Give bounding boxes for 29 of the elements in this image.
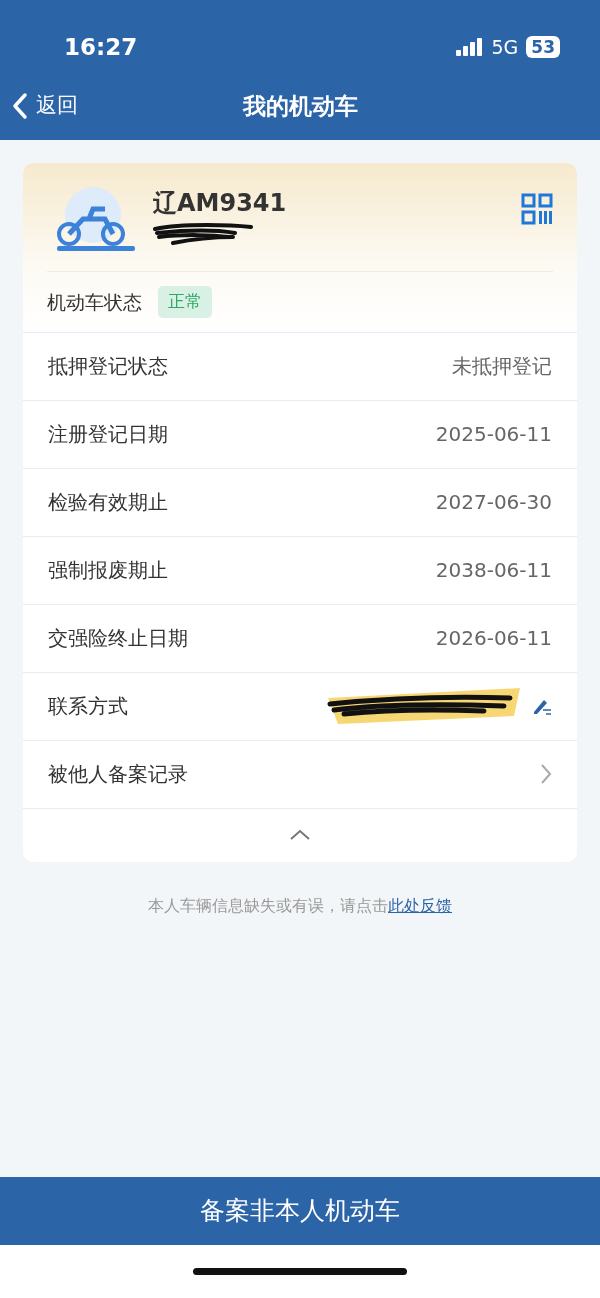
row-value: 2026-06-11 bbox=[435, 625, 552, 652]
row-value: 2038-06-11 bbox=[435, 557, 552, 584]
row-value: 2025-06-11 bbox=[435, 421, 552, 448]
network-label: 5G bbox=[491, 34, 519, 60]
battery-level: 53 bbox=[526, 36, 560, 58]
back-button[interactable]: 返回 bbox=[12, 90, 78, 122]
register-vehicle-button[interactable]: 备案非本人机动车 bbox=[0, 1177, 600, 1245]
row-value: 未抵押登记 bbox=[452, 353, 552, 380]
qr-code-icon[interactable] bbox=[521, 193, 553, 225]
row-label: 交强险终止日期 bbox=[48, 625, 188, 652]
feedback-text: 本人车辆信息缺失或有误，请点击此处反馈 bbox=[147, 894, 453, 917]
collapse-icon[interactable] bbox=[289, 829, 311, 841]
records-row[interactable]: 被他人备案记录 bbox=[23, 739, 577, 808]
chevron-icon bbox=[540, 763, 552, 785]
row-label: 强制报废期止 bbox=[48, 557, 168, 584]
row-label: 抵押登记状态 bbox=[48, 353, 168, 380]
feedback-link[interactable]: 此处反馈 bbox=[388, 895, 452, 915]
row-label: 检验有效期止 bbox=[48, 489, 168, 516]
status-time: 16:27 bbox=[64, 32, 138, 62]
row-label: 注册登记日期 bbox=[48, 421, 168, 448]
signal-icon bbox=[455, 38, 484, 56]
row-label: 联系方式 bbox=[48, 693, 128, 720]
page-title: 我的机动车 bbox=[242, 91, 358, 121]
status-tag: 正常 bbox=[158, 286, 212, 318]
back-icon bbox=[12, 92, 28, 120]
row-value: 2027-06-30 bbox=[435, 489, 552, 516]
row-label: 被他人备案记录 bbox=[48, 761, 188, 788]
status-label: 机动车状态 bbox=[47, 289, 142, 315]
plate-number: 辽AM9341 bbox=[153, 188, 288, 219]
